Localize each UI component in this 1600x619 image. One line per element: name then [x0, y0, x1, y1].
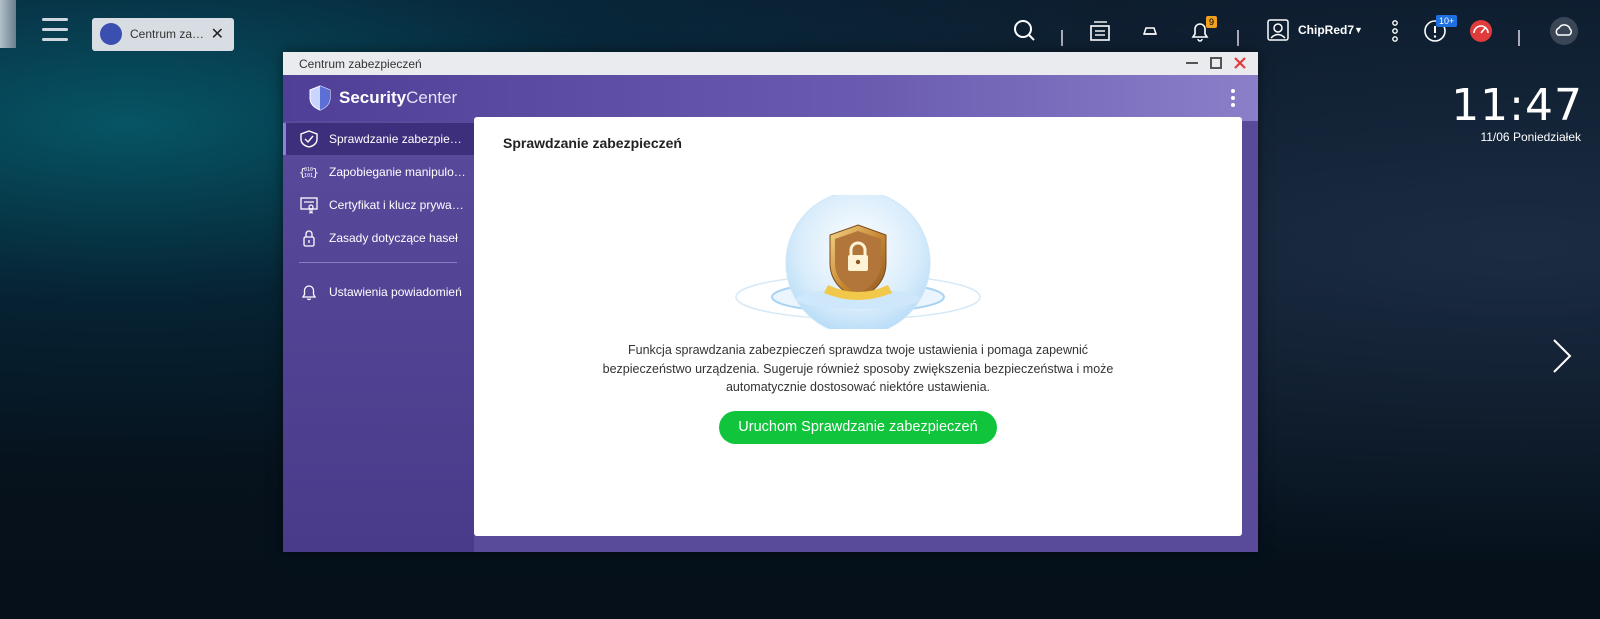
external-device-icon[interactable] [1137, 18, 1163, 44]
more-options-icon[interactable] [1382, 18, 1408, 44]
taskbar-app-tab[interactable]: Centrum zabezpieczeń ✕ [92, 18, 234, 51]
chevron-right-icon[interactable] [1550, 336, 1574, 376]
sidebar-item-label: Ustawienia powiadomień [329, 285, 462, 299]
description-text: Funkcja sprawdzania zabezpieczeń sprawdz… [602, 343, 1114, 394]
window-titlebar[interactable]: Centrum zabezpieczeń [283, 52, 1258, 75]
bell-icon [301, 285, 317, 301]
security-center-icon [100, 23, 122, 45]
lock-icon [303, 230, 315, 247]
page-title: Sprawdzanie zabezpieczeń [503, 135, 682, 151]
notifications-badge: 9 [1206, 16, 1218, 28]
sidebar-item-label: Zapobieganie manipulowaniu [329, 165, 467, 179]
sidebar-item-security-check[interactable]: Sprawdzanie zabezpieczeń [283, 123, 474, 155]
desktop-clock: 11:47 [1451, 80, 1583, 131]
sidebar: Sprawdzanie zabezpieczeń { } 010 101 Zap… [283, 121, 474, 552]
tasks-icon[interactable] [1087, 18, 1113, 44]
desktop-edge [0, 0, 16, 48]
search-icon[interactable] [1012, 18, 1038, 44]
sidebar-item-password-policy[interactable]: Zasady dotyczące haseł [283, 222, 474, 254]
toolbar-separator [1518, 30, 1520, 46]
resource-monitor-icon[interactable] [1468, 18, 1494, 44]
sidebar-item-label: Certyfikat i klucz prywatny [329, 198, 467, 212]
sidebar-item-notification-settings[interactable]: Ustawienia powiadomień [283, 276, 474, 308]
brand-light: Center [406, 88, 458, 107]
svg-text:101: 101 [304, 173, 313, 179]
sidebar-item-label: Sprawdzanie zabezpieczeń [329, 132, 467, 146]
updates-badge: 10+ [1436, 15, 1458, 27]
maximize-icon[interactable] [1207, 54, 1225, 72]
sidebar-item-certificate[interactable]: Certyfikat i klucz prywatny [283, 189, 474, 221]
cloud-icon[interactable] [1549, 16, 1579, 46]
toolbar-separator [1237, 30, 1239, 46]
app-header: SecurityCenter [283, 75, 1258, 121]
minimize-icon[interactable] [1183, 54, 1201, 72]
toolbar-separator [1061, 30, 1063, 46]
security-center-logo-icon [309, 85, 331, 111]
close-icon[interactable] [1231, 54, 1249, 72]
user-name: ChipRed7 [1298, 23, 1355, 37]
main-panel: Sprawdzanie zabezpieczeń Funkcja sprawdz… [474, 117, 1242, 536]
close-tab-icon[interactable]: ✕ [211, 24, 224, 44]
run-security-check-button[interactable]: Uruchom Sprawdzanie zabezpieczeń [719, 411, 997, 444]
brand-bold: Security [339, 88, 407, 107]
app-menu-icon[interactable] [1230, 89, 1236, 109]
window-title: Centrum zabezpieczeń [299, 57, 422, 71]
security-center-window: Centrum zabezpieczeń SecurityCenter Spra [283, 52, 1258, 552]
shield-check-icon [300, 130, 318, 148]
app-brand: SecurityCenter [339, 88, 457, 108]
sidebar-item-tamper-prevention[interactable]: { } 010 101 Zapobieganie manipulowaniu [283, 156, 474, 188]
main-menu-icon[interactable] [42, 18, 68, 42]
desktop-date: 11/06 Poniedziałek [1480, 130, 1581, 144]
user-icon [1267, 19, 1289, 41]
sidebar-item-label: Zasady dotyczące haseł [329, 231, 458, 245]
taskbar-app-tab-label: Centrum zabezpieczeń [130, 27, 208, 41]
binary-code-icon: { } 010 101 [299, 166, 319, 179]
certificate-icon [300, 197, 318, 214]
chevron-down-icon: ▼ [1354, 25, 1363, 35]
security-shield-illustration [735, 195, 981, 329]
sidebar-divider [299, 262, 457, 263]
